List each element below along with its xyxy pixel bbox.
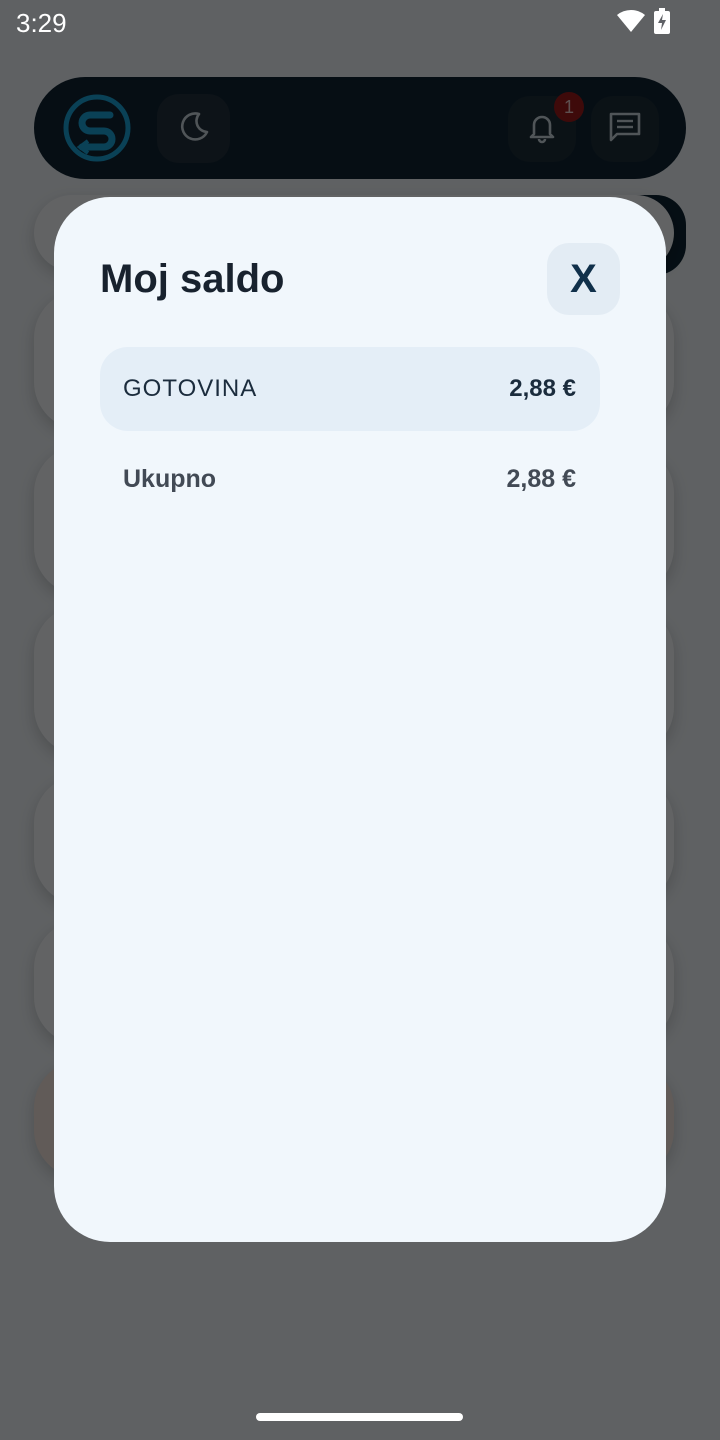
balance-amount: 2,88 € — [509, 375, 576, 402]
balance-dialog: Moj saldo X GOTOVINA 2,88 € Ukupno 2,88 … — [54, 197, 666, 1242]
total-row: Ukupno 2,88 € — [100, 437, 600, 521]
close-button[interactable]: X — [547, 243, 620, 315]
total-label: Ukupno — [123, 464, 217, 493]
balance-row-cash: GOTOVINA 2,88 € — [100, 347, 600, 431]
home-indicator[interactable] — [256, 1413, 463, 1421]
battery-charging-icon — [654, 8, 670, 39]
balance-label: GOTOVINA — [123, 375, 258, 402]
status-time: 3:29 — [16, 8, 67, 38]
status-icons — [616, 8, 670, 39]
total-amount: 2,88 € — [506, 464, 576, 493]
dialog-title: Moj saldo — [100, 257, 285, 301]
wifi-icon — [616, 9, 646, 38]
